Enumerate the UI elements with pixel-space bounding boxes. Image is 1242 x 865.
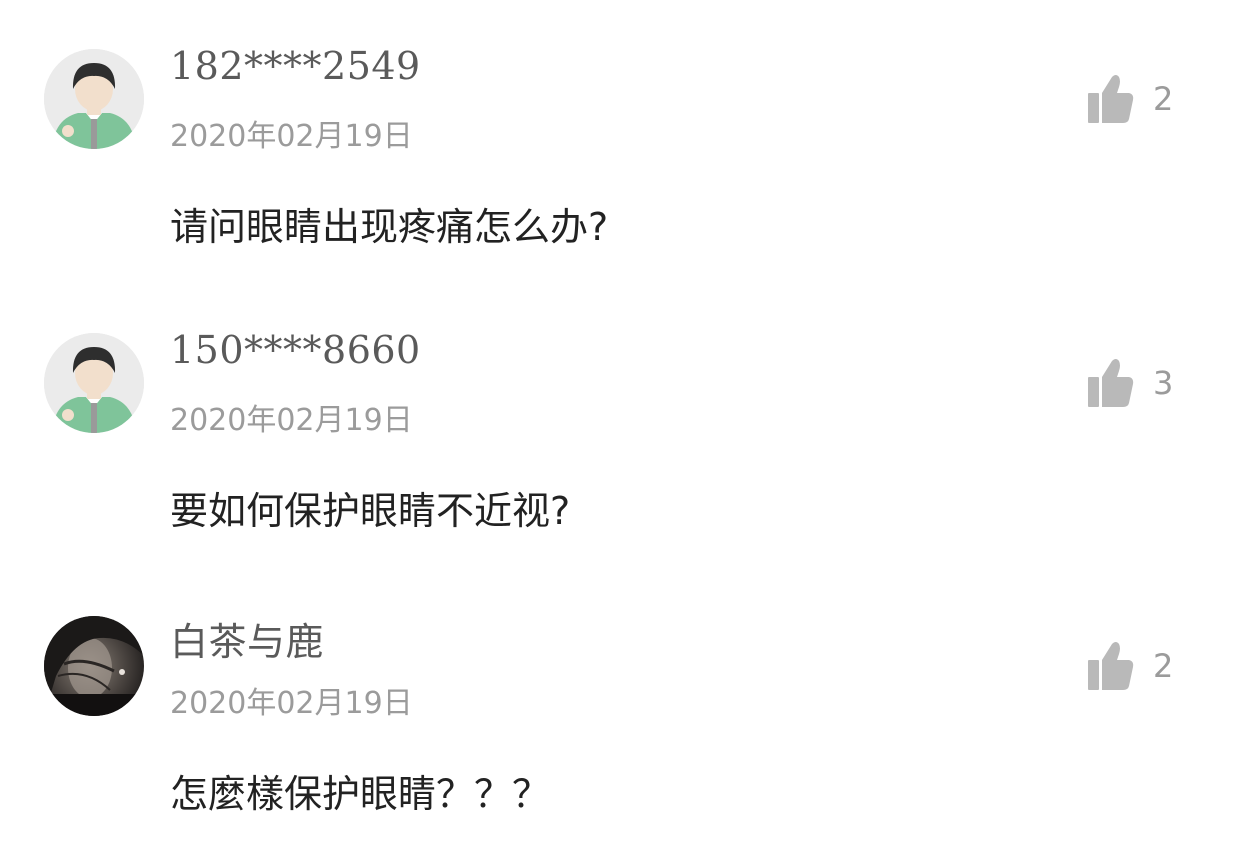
- comment-text: 怎麼樣保护眼睛？？？: [170, 772, 551, 816]
- comment-item: 182****2549 2020年02月19日 请问眼睛出现疼痛怎么办? 2: [0, 0, 1242, 283]
- comment-date: 2020年02月19日: [170, 686, 413, 721]
- like-count: 2: [1153, 647, 1174, 685]
- like-button[interactable]: 3: [1086, 356, 1173, 410]
- cartoon-boy-icon: [44, 49, 144, 149]
- avatar[interactable]: [44, 333, 144, 433]
- username[interactable]: 150****8660: [170, 328, 421, 372]
- comment-item: 150****8660 2020年02月19日 要如何保护眼睛不近视? 3: [0, 284, 1242, 567]
- comment-text: 要如何保护眼睛不近视?: [170, 489, 571, 533]
- like-button[interactable]: 2: [1086, 72, 1173, 126]
- username[interactable]: 白茶与鹿: [170, 611, 324, 666]
- comment-text: 请问眼睛出现疼痛怎么办?: [170, 205, 609, 249]
- comment-date: 2020年02月19日: [170, 403, 413, 438]
- thumbs-up-icon[interactable]: [1086, 640, 1134, 692]
- thumbs-up-icon[interactable]: [1086, 357, 1134, 409]
- like-count: 2: [1153, 80, 1174, 118]
- like-count: 3: [1153, 364, 1174, 402]
- thumbs-up-icon[interactable]: [1086, 73, 1134, 125]
- photo-avatar: [44, 616, 144, 716]
- like-button[interactable]: 2: [1086, 639, 1173, 693]
- avatar[interactable]: [44, 49, 144, 149]
- comment-item: 白茶与鹿 2020年02月19日 怎麼樣保护眼睛？？？ 2: [0, 567, 1242, 850]
- username[interactable]: 182****2549: [170, 44, 421, 88]
- avatar[interactable]: [44, 616, 144, 716]
- cartoon-boy-icon: [44, 333, 144, 433]
- comment-date: 2020年02月19日: [170, 119, 413, 154]
